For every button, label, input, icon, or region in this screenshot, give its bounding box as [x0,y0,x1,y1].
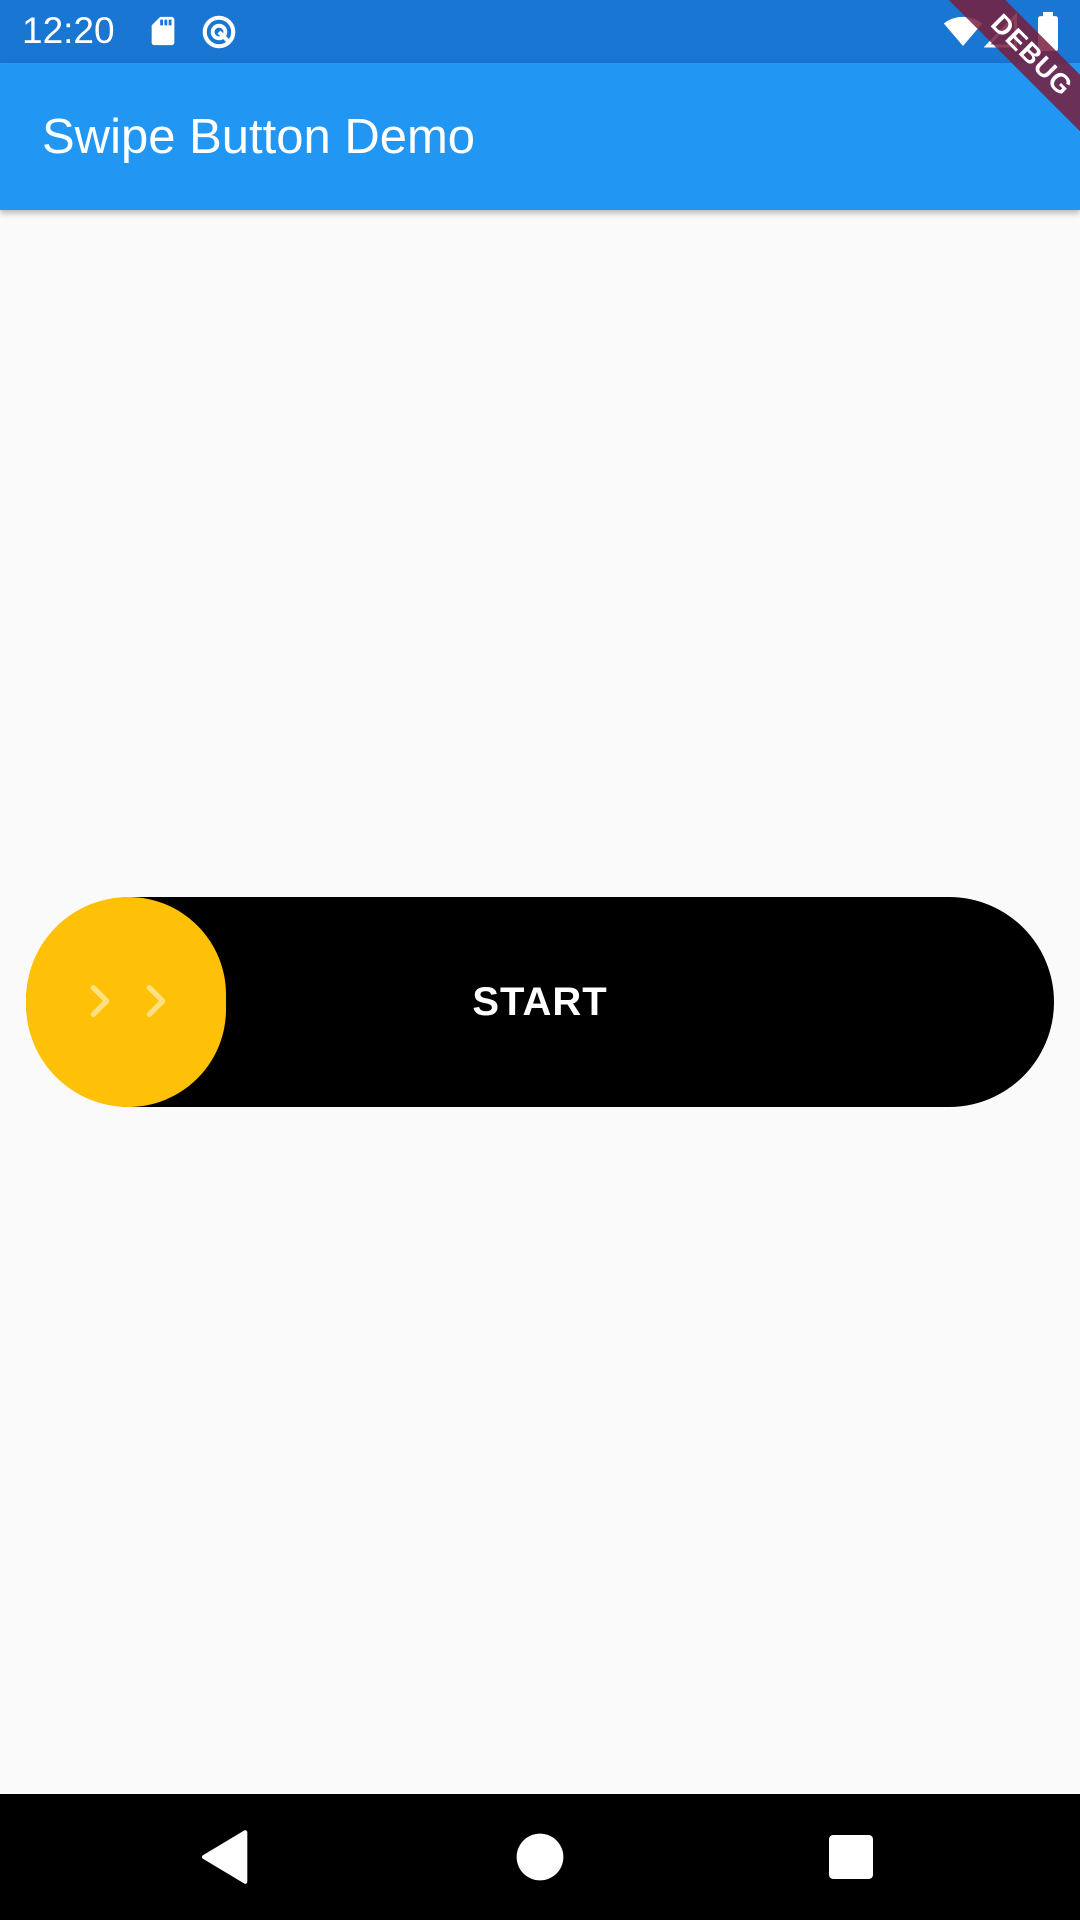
recents-icon[interactable] [818,1824,884,1890]
status-bar: 12:20 [0,0,1080,63]
home-icon[interactable] [507,1824,573,1890]
status-time: 12:20 [22,10,115,51]
signal-icon [984,13,1017,48]
back-icon[interactable] [193,1824,259,1890]
page-title: Swipe Button Demo [42,110,476,164]
nav-bar [0,1794,1080,1920]
swipe-button-thumb[interactable] [26,897,226,1107]
sd-card-icon [151,16,175,46]
battery-icon [1038,12,1058,52]
app-bar: Swipe Button Demo [0,63,1080,210]
screen: 12:20 DEBUG Swipe Button Demo START [0,0,1080,1920]
wifi-icon [943,16,983,46]
chevron-right-icon [90,985,110,1017]
swipe-button-track[interactable]: START [26,897,1054,1107]
chevron-right-icon [146,985,166,1017]
sync-disabled-icon [202,15,236,49]
